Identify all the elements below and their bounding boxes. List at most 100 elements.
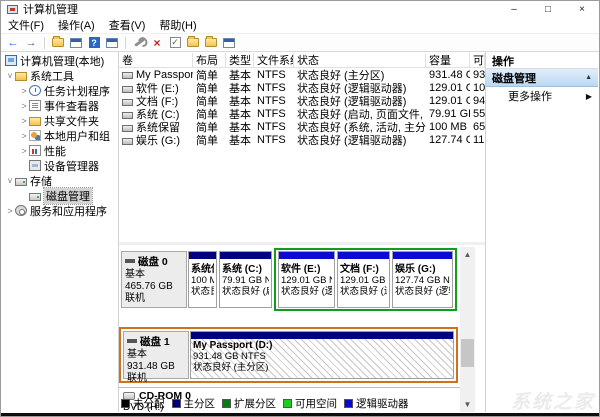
console-tree: 计算机管理(本地) v 系统工具 > 任务计划程序 > 事件查看器 > 共享文件… — [2, 53, 117, 412]
chevron-down-icon[interactable]: v — [5, 176, 15, 185]
tree-item-disk-management[interactable]: 磁盘管理 — [2, 186, 117, 205]
partition-entertainment-g[interactable]: 娱乐 (G:) 127.74 GB NTFS 状态良好 (逻辑 — [392, 251, 453, 308]
col-capacity[interactable]: 容量 — [426, 53, 470, 67]
primary-partition-strip — [191, 332, 453, 339]
chevron-right-icon[interactable]: > — [19, 101, 29, 111]
refresh-folder-icon[interactable] — [185, 36, 201, 50]
disk0-info[interactable]: 磁盘 0 基本 465.76 GB 联机 — [121, 251, 187, 308]
actions-disk-management-section[interactable]: 磁盘管理 ▲ — [486, 69, 598, 87]
scrollbar-thumb[interactable] — [461, 339, 474, 367]
chevron-right-icon[interactable]: > — [19, 116, 29, 126]
partition-system-c[interactable]: 系统 (C:) 79.91 GB NTFS 状态良好 (启动 — [219, 251, 272, 308]
primary-partition-strip — [189, 252, 216, 259]
scroll-down-icon[interactable]: ▼ — [460, 397, 475, 412]
col-free[interactable]: 可用 — [470, 53, 485, 67]
volume-icon — [122, 85, 133, 93]
legend-extended: 扩展分区 — [222, 396, 276, 411]
partition-system-reserved[interactable]: 系统保留 100 MB NTFS 状态良好 (系统 — [188, 251, 217, 308]
action-wrench-icon[interactable] — [131, 36, 147, 50]
extended-partition-border: 软件 (E:) 129.01 GB NTFS 状态良好 (逻辑 文档 (F:) … — [274, 248, 457, 311]
more-actions-item[interactable]: 更多操作 ▶ — [486, 87, 598, 105]
minimize-button[interactable]: – — [497, 1, 531, 17]
check-icon[interactable]: ✓ — [167, 36, 183, 50]
menu-action[interactable]: 操作(A) — [51, 17, 102, 33]
logical-drive-strip — [393, 252, 452, 259]
services-icon — [15, 205, 27, 216]
logical-drive-strip — [338, 252, 389, 259]
help-icon[interactable]: ? — [86, 36, 102, 50]
col-filesystem[interactable]: 文件系统 — [254, 53, 294, 67]
volume-row-entertainment-g[interactable]: 娱乐 (G:) 简单基本 NTFS状态良好 (逻辑驱动器) 127.74 GB1… — [119, 133, 485, 147]
toolbar-separator — [44, 36, 45, 49]
tree-item-shared-folders[interactable]: > 共享文件夹 — [2, 113, 117, 128]
disk1-info[interactable]: 磁盘 1 基本 931.48 GB 联机 — [123, 331, 189, 384]
disk1-selection-border: 磁盘 1 基本 931.48 GB 联机 My Passport (D:) 93… — [119, 327, 458, 384]
disk-management-icon — [29, 192, 41, 201]
actions-pane: 操作 磁盘管理 ▲ 更多操作 ▶ — [486, 53, 598, 412]
chevron-right-icon[interactable]: > — [19, 131, 29, 141]
menu-view[interactable]: 查看(V) — [102, 17, 153, 33]
scroll-up-icon[interactable]: ▲ — [460, 247, 475, 262]
tree-item-storage[interactable]: v 存储 — [2, 173, 117, 188]
volume-icon — [122, 137, 133, 145]
performance-icon — [29, 145, 41, 156]
tree-item-services-applications[interactable]: > 服务和应用程序 — [2, 203, 117, 218]
close-button[interactable]: × — [565, 1, 599, 17]
menu-help[interactable]: 帮助(H) — [152, 17, 203, 33]
window-bottom-edge — [1, 413, 599, 416]
toolbar-separator — [125, 36, 126, 49]
partition-my-passport-d[interactable]: My Passport (D:) 931.48 GB NTFS 状态良好 (主分… — [190, 331, 454, 379]
forward-icon[interactable]: → — [23, 36, 39, 50]
tree-item-task-scheduler[interactable]: > 任务计划程序 — [2, 83, 117, 98]
volume-icon — [122, 111, 133, 119]
chevron-right-icon[interactable]: > — [19, 146, 29, 156]
col-status[interactable]: 状态 — [294, 53, 426, 67]
chevron-right-icon[interactable]: > — [5, 206, 15, 216]
device-manager-icon — [29, 160, 41, 171]
storage-icon — [15, 177, 27, 186]
task-scheduler-icon — [29, 85, 41, 96]
show-hide-panel-icon[interactable] — [221, 36, 237, 50]
col-type[interactable]: 类型 — [226, 53, 254, 67]
collapse-icon[interactable]: ▲ — [585, 74, 592, 81]
system-tools-icon — [15, 72, 27, 81]
partition-legend: 未分配 主分区 扩展分区 可用空间 逻辑驱动器 — [121, 396, 409, 411]
primary-partition-strip — [220, 252, 271, 259]
shared-folders-icon — [29, 117, 41, 126]
local-users-icon — [29, 130, 41, 141]
partition-software-e[interactable]: 软件 (E:) 129.01 GB NTFS 状态良好 (逻辑 — [278, 251, 335, 308]
unallocated-swatch — [121, 399, 130, 408]
console-window-icon[interactable] — [68, 36, 84, 50]
delete-icon[interactable]: × — [149, 36, 165, 50]
tree-item-device-manager[interactable]: 设备管理器 — [2, 158, 117, 173]
menu-file[interactable]: 文件(F) — [1, 17, 51, 33]
partition-documents-f[interactable]: 文档 (F:) 129.01 GB NTFS 状态良好 (逻辑 — [337, 251, 390, 308]
tree-item-event-viewer[interactable]: > 事件查看器 — [2, 98, 117, 113]
disk-pane-scrollbar[interactable]: ▲ ▼ — [460, 247, 475, 412]
extended-swatch — [222, 399, 231, 408]
tree-item-local-users-groups[interactable]: > 本地用户和组 — [2, 128, 117, 143]
legend-free-space: 可用空间 — [283, 396, 337, 411]
maximize-button[interactable]: □ — [531, 1, 565, 17]
tree-item-performance[interactable]: > 性能 — [2, 143, 117, 158]
up-level-icon[interactable] — [50, 36, 66, 50]
find-folder-icon[interactable] — [203, 36, 219, 50]
volume-list: 卷 布局 类型 文件系统 状态 容量 可用 My Passport (D:) 简… — [119, 53, 485, 240]
col-layout[interactable]: 布局 — [193, 53, 226, 67]
free-space-swatch — [283, 399, 292, 408]
logical-drive-strip — [279, 252, 334, 259]
window-title: 计算机管理 — [23, 4, 78, 16]
tree-item-system-tools[interactable]: v 系统工具 — [2, 68, 117, 83]
disk-icon — [127, 339, 137, 343]
volume-icon — [122, 98, 133, 106]
computer-icon — [5, 55, 17, 66]
volume-icon — [122, 71, 133, 79]
chevron-right-icon[interactable]: > — [19, 86, 29, 96]
back-icon[interactable]: ← — [5, 36, 21, 50]
col-volume[interactable]: 卷 — [119, 53, 193, 67]
computer-management-window: 计算机管理 – □ × 文件(F) 操作(A) 查看(V) 帮助(H) ← → … — [0, 0, 600, 417]
legend-primary: 主分区 — [171, 396, 215, 411]
tree-item-computer-management[interactable]: 计算机管理(本地) — [2, 53, 117, 68]
properties-window-icon[interactable] — [104, 36, 120, 50]
chevron-down-icon[interactable]: v — [5, 71, 15, 80]
